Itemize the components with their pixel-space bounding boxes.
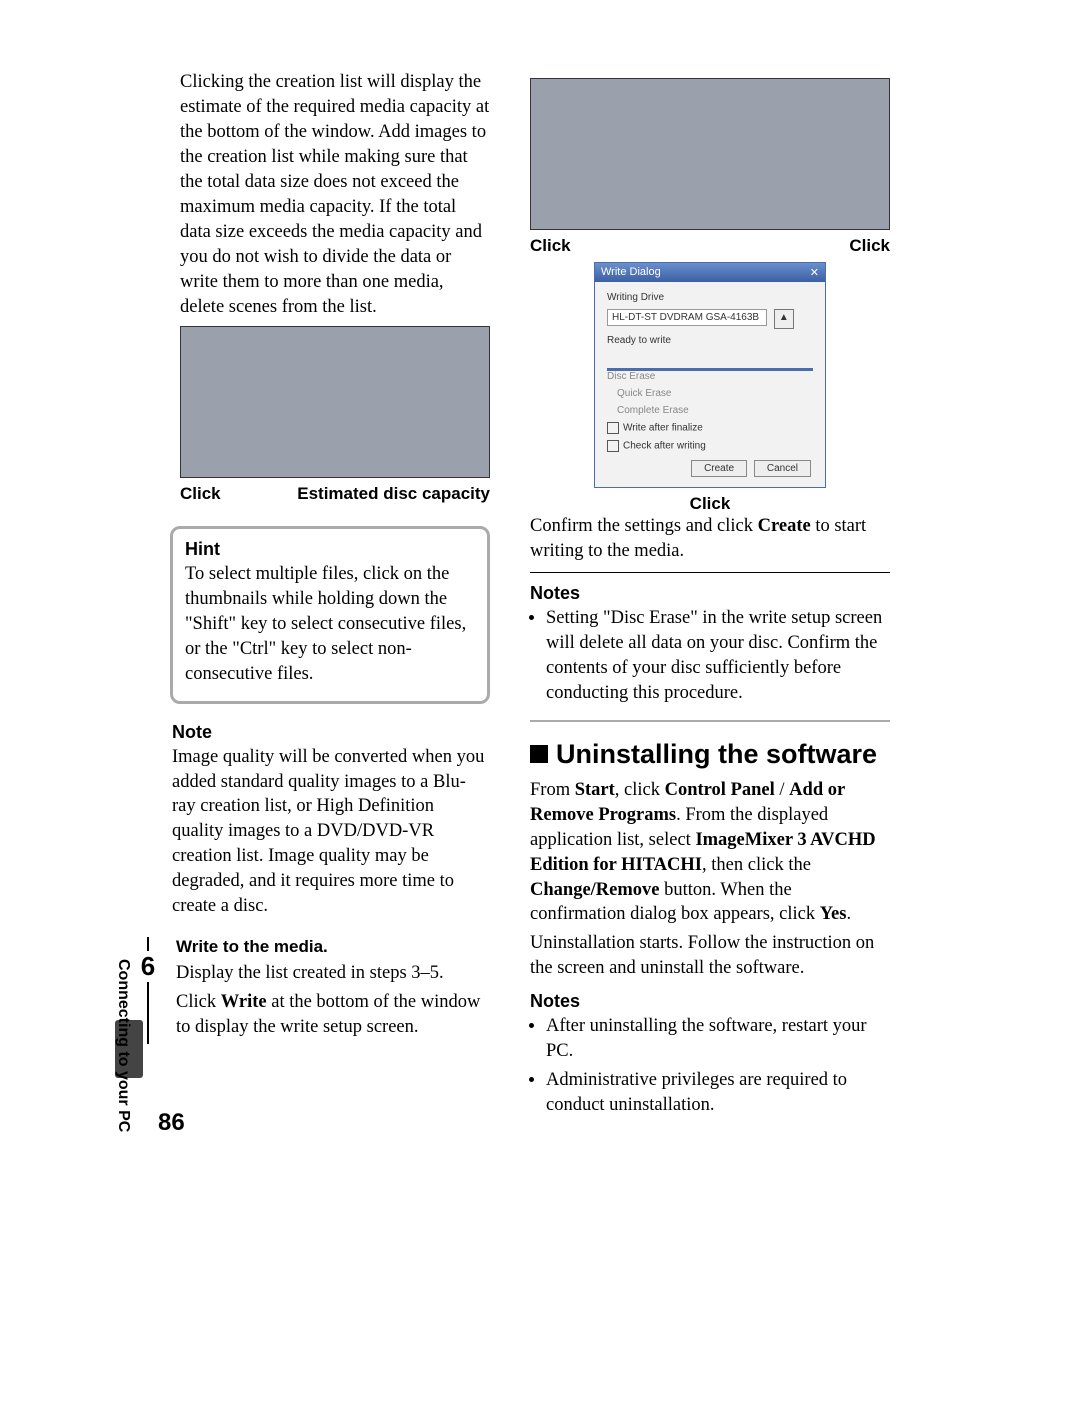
verify-checkbox[interactable] bbox=[607, 440, 619, 452]
hint-box: Hint To select multiple files, click on … bbox=[170, 526, 490, 704]
right-column: Click Click Write Dialog ✕ Writing Drive… bbox=[530, 70, 890, 1132]
confirm-paragraph: Confirm the settings and click Create to… bbox=[530, 514, 890, 573]
notes2-item1: After uninstalling the software, restart… bbox=[546, 1014, 890, 1064]
step-number-column: 6 bbox=[130, 937, 166, 1044]
manual-page: Clicking the creation list will display … bbox=[130, 70, 890, 1200]
screenshot-creation-list bbox=[180, 326, 490, 478]
eject-button[interactable]: ▲ bbox=[774, 309, 794, 329]
left-column: Clicking the creation list will display … bbox=[130, 70, 490, 1132]
dialog-caption: Click bbox=[530, 494, 890, 514]
drive-status: Ready to write bbox=[607, 335, 813, 346]
step-number: 6 bbox=[141, 951, 155, 982]
fig1-caption-capacity: Estimated disc capacity bbox=[297, 484, 490, 504]
drive-select[interactable]: HL-DT-ST DVDRAM GSA-4163B bbox=[607, 309, 767, 326]
create-button[interactable]: Create bbox=[691, 460, 747, 477]
note-title: Note bbox=[172, 722, 488, 743]
hint-title: Hint bbox=[185, 539, 475, 560]
note-text: Image quality will be converted when you… bbox=[172, 745, 488, 920]
intro-paragraph: Clicking the creation list will display … bbox=[180, 70, 490, 320]
page-number: 86 bbox=[158, 1109, 185, 1137]
fig1-caption: Click Estimated disc capacity bbox=[180, 484, 490, 504]
uninstall-paragraph-1: From Start, click Control Panel / Add or… bbox=[530, 778, 890, 928]
complete-erase-option[interactable]: Complete Erase bbox=[607, 405, 813, 416]
fig1-caption-click: Click bbox=[180, 484, 221, 504]
uninstall-paragraph-2: Uninstallation starts. Follow the instru… bbox=[530, 931, 890, 981]
close-icon[interactable]: ✕ bbox=[810, 266, 819, 279]
write-dialog: Write Dialog ✕ Writing Drive HL-DT-ST DV… bbox=[594, 262, 826, 488]
step6-line2: Click Write at the bottom of the window … bbox=[176, 990, 490, 1040]
writing-drive-label: Writing Drive bbox=[607, 292, 813, 303]
notes1-title: Notes bbox=[530, 583, 890, 604]
notes2-item2: Administrative privileges are required t… bbox=[546, 1068, 890, 1118]
dialog-title: Write Dialog bbox=[601, 266, 661, 279]
notes2-title: Notes bbox=[530, 991, 890, 1012]
notes1-item: Setting "Disc Erase" in the write setup … bbox=[546, 606, 890, 706]
square-bullet-icon bbox=[530, 745, 548, 763]
verify-label: Check after writing bbox=[623, 441, 706, 452]
step6-title: Write to the media. bbox=[176, 937, 490, 957]
quick-erase-option[interactable]: Quick Erase bbox=[607, 388, 813, 399]
finalize-checkbox[interactable] bbox=[607, 422, 619, 434]
fig2-caption: Click Click bbox=[530, 236, 890, 256]
finalize-label: Write after finalize bbox=[623, 423, 703, 434]
fig2-caption-left: Click bbox=[530, 236, 571, 256]
uninstall-heading: Uninstalling the software bbox=[530, 740, 890, 770]
fig2-caption-right: Click bbox=[849, 236, 890, 256]
step6-line1: Display the list created in steps 3–5. bbox=[176, 961, 490, 986]
hint-text: To select multiple files, click on the t… bbox=[185, 562, 475, 687]
screenshot-write-window bbox=[530, 78, 890, 230]
cancel-button[interactable]: Cancel bbox=[754, 460, 811, 477]
disc-erase-label: Disc Erase bbox=[607, 371, 813, 382]
